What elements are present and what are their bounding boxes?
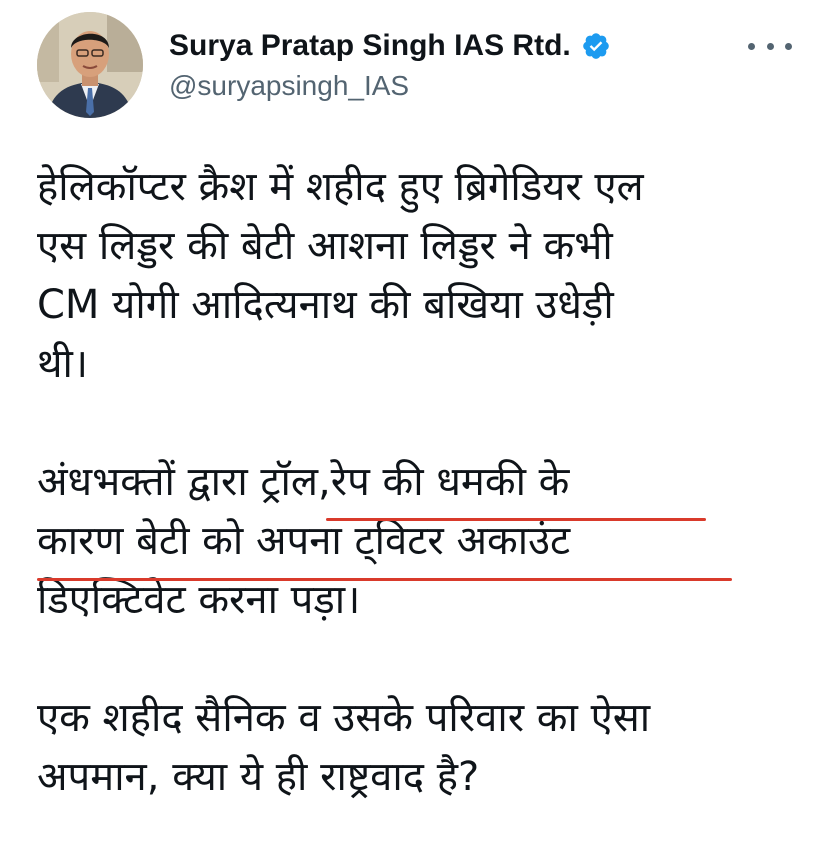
author-name-row[interactable]: Surya Pratap Singh IAS Rtd. (169, 28, 611, 64)
tweet-paragraph-3: एक शहीद सैनिक व उसके परिवार का ऐसा अपमान… (37, 695, 651, 800)
highlight-underline (37, 578, 732, 581)
highlight-underline (326, 518, 706, 521)
tweet-card: Surya Pratap Singh IAS Rtd. @suryapsingh… (0, 0, 828, 845)
dot (766, 42, 774, 50)
more-options-icon[interactable] (748, 36, 792, 56)
author-handle[interactable]: @suryapsingh_IAS (169, 70, 409, 102)
tweet-paragraph-2: अंधभक्तों द्वारा ट्रॉल,रेप की धमकी के का… (37, 459, 571, 623)
verified-badge-icon (581, 31, 611, 61)
tweet-paragraph-1: हेलिकॉप्टर क्रैश में शहीद हुए ब्रिगेडियर… (37, 164, 644, 387)
dot (748, 42, 755, 50)
dot (785, 42, 792, 50)
author-name[interactable]: Surya Pratap Singh IAS Rtd. (169, 29, 571, 63)
avatar[interactable] (37, 12, 143, 118)
profile-photo-icon (37, 12, 143, 118)
tweet-text: हेलिकॉप्टर क्रैश में शहीद हुए ब्रिगेडियर… (37, 158, 797, 807)
